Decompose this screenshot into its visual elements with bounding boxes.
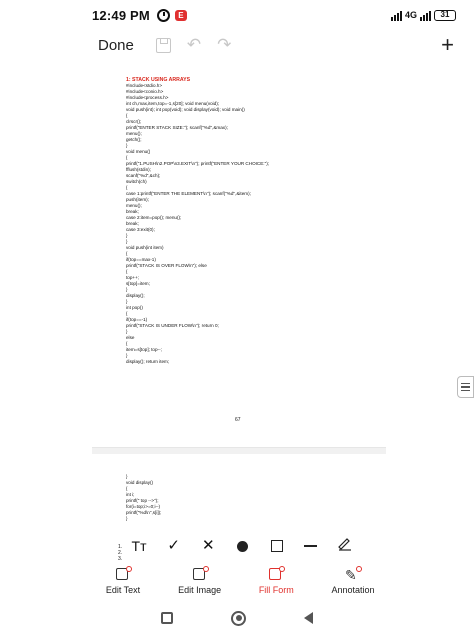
code-body-1: #include<stdio.h> #include<conio.h> #inc… [126,83,270,364]
dot-icon[interactable] [236,540,248,552]
fill-form-icon [267,566,286,581]
back-icon[interactable] [304,612,313,624]
code-block-2: } void display() { int i; printf(" top -… [126,474,162,521]
annotation-icon: ✎ [344,566,362,582]
tab-edit-text-label: Edit Text [105,585,141,595]
tab-edit-image-label: Edit Image [178,585,222,595]
status-right-icons: 4G 31 [390,9,456,21]
page-edge-text: 1. 2. 3. [118,544,123,562]
square-icon[interactable] [270,540,283,552]
status-left-icons: E [156,8,187,22]
markup-toolbar: Tт ✓ ✕ [124,533,360,559]
menu-icon[interactable] [457,376,474,398]
edit-image-icon [191,566,209,581]
system-nav-bar [0,604,474,632]
tab-edit-text[interactable]: Edit Text [85,566,161,600]
document-viewer[interactable]: 1: STACK USING ARRAYS #include<stdio.h> … [92,60,386,543]
add-icon[interactable]: + [441,34,454,56]
text-tool-icon[interactable]: Tт [128,535,150,557]
battery-icon: 31 [434,9,456,21]
document-page-2: } void display() { int i; printf(" top -… [92,454,386,543]
page-number: 67 [235,417,241,423]
screen: 12:49 PM E 4G 31 Done ↶ ↷ + 1: STACK USI… [0,0,474,632]
signal-icon-2 [420,10,431,21]
tab-fill-form[interactable]: Fill Form [238,566,314,600]
home-icon[interactable] [231,610,246,626]
tab-annotation-label: Annotation [331,585,375,595]
cross-icon[interactable]: ✕ [197,535,219,557]
edit-text-icon [114,566,132,581]
status-bar: 12:49 PM E 4G 31 [0,0,474,30]
document-page-1: 1: STACK USING ARRAYS #include<stdio.h> … [92,60,386,448]
app-badge-icon: E [174,9,187,21]
redo-icon[interactable]: ↷ [217,35,231,55]
signal-icon [390,10,402,21]
save-icon[interactable] [155,37,171,53]
tab-fill-form-label: Fill Form [258,585,294,595]
recent-apps-icon[interactable] [161,612,173,624]
bottom-tab-bar: Edit Text Edit Image Fill Form ✎ Annotat… [85,566,391,600]
signature-icon[interactable] [334,535,356,558]
network-label: 4G [404,10,417,20]
tab-annotation[interactable]: ✎ Annotation [315,566,391,600]
line-icon[interactable] [304,545,318,547]
status-time: 12:49 PM [92,7,150,23]
undo-icon[interactable]: ↶ [187,35,201,55]
code-block-1: 1: STACK USING ARRAYS #include<stdio.h> … [126,77,269,365]
tab-edit-image[interactable]: Edit Image [162,566,238,600]
check-icon[interactable]: ✓ [163,535,185,557]
done-button[interactable]: Done [98,37,134,54]
alarm-icon [156,8,170,22]
top-toolbar: Done ↶ ↷ + [0,30,474,60]
